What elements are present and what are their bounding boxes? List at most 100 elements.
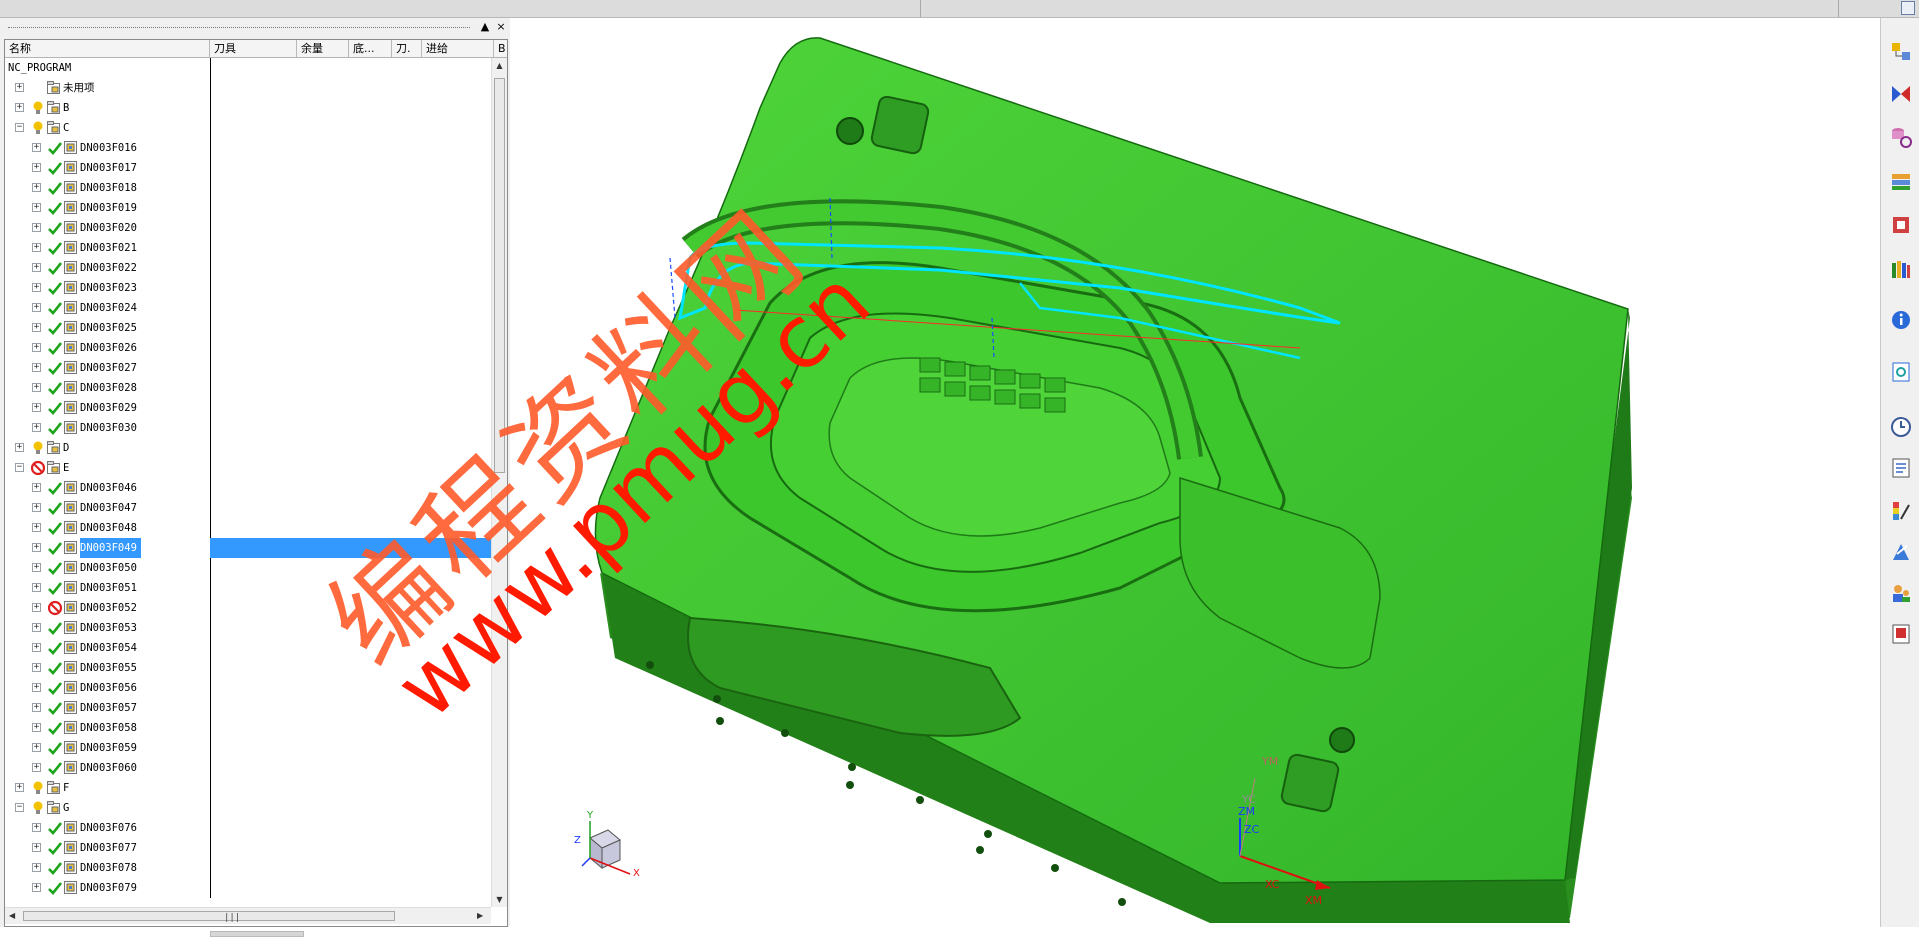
operation-row[interactable]: + DN003F027 [5, 358, 491, 378]
expand-icon[interactable]: + [15, 103, 24, 112]
expand-icon[interactable]: + [15, 443, 24, 452]
scroll-up-arrow-icon[interactable]: ▲ [495, 61, 504, 70]
expand-icon[interactable]: + [32, 223, 41, 232]
expand-icon[interactable]: + [32, 163, 41, 172]
window-corner-button[interactable] [1901, 1, 1915, 15]
operation-row[interactable]: + DN003F023 [5, 278, 491, 298]
expand-icon[interactable]: + [32, 543, 41, 552]
expand-icon[interactable]: + [32, 603, 41, 612]
collapse-icon[interactable]: − [15, 803, 24, 812]
expand-icon[interactable]: + [32, 203, 41, 212]
operation-row[interactable]: + DN003F057 [5, 698, 491, 718]
operation-row[interactable]: + DN003F055 [5, 658, 491, 678]
expand-icon[interactable]: + [32, 743, 41, 752]
vertical-scrollbar[interactable]: ▲ ▼ [491, 58, 507, 907]
operation-row[interactable]: + DN003F053 [5, 618, 491, 638]
operation-row[interactable]: + DN003F077 [5, 838, 491, 858]
expand-icon[interactable]: + [32, 423, 41, 432]
program-group-row[interactable]: − C [5, 118, 491, 138]
root-row[interactable]: NC_PROGRAM [5, 58, 491, 78]
expand-icon[interactable]: + [32, 483, 41, 492]
operation-row[interactable]: + DN003F022 [5, 258, 491, 278]
expand-icon[interactable]: + [32, 503, 41, 512]
expand-icon[interactable]: + [32, 583, 41, 592]
operation-row[interactable]: + DN003F051 [5, 578, 491, 598]
program-group-row[interactable]: + B [5, 98, 491, 118]
expand-icon[interactable]: + [32, 343, 41, 352]
vertical-scroll-thumb[interactable] [494, 78, 505, 473]
expand-icon[interactable]: + [32, 283, 41, 292]
expand-icon[interactable]: + [15, 783, 24, 792]
expand-icon[interactable]: + [32, 263, 41, 272]
expand-icon[interactable]: + [32, 703, 41, 712]
history-icon[interactable] [1889, 360, 1913, 384]
operation-row[interactable]: + DN003F030 [5, 418, 491, 438]
column-name[interactable]: 名称 [5, 40, 210, 57]
expand-icon[interactable]: + [32, 363, 41, 372]
expand-icon[interactable]: + [32, 763, 41, 772]
pin-button[interactable]: ▲ [478, 20, 492, 34]
scroll-left-arrow-icon[interactable]: ◀ [9, 911, 19, 920]
operation-row[interactable]: + DN003F018 [5, 178, 491, 198]
expand-icon[interactable]: + [32, 723, 41, 732]
panel-resize-handle[interactable] [210, 931, 304, 937]
horizontal-scrollbar[interactable]: ◀ ||| ▶ [5, 907, 491, 924]
operation-row[interactable]: + DN003F050 [5, 558, 491, 578]
operation-row[interactable]: + DN003F026 [5, 338, 491, 358]
column-b[interactable]: B [494, 40, 507, 57]
close-button[interactable]: × [494, 20, 508, 34]
expand-icon[interactable]: + [32, 883, 41, 892]
operation-row[interactable]: + DN003F024 [5, 298, 491, 318]
part-navigator-icon[interactable] [1889, 125, 1913, 149]
manufacturing-wizard-icon[interactable] [1889, 581, 1913, 605]
expand-icon[interactable]: + [32, 683, 41, 692]
operation-row[interactable]: + DN003F059 [5, 738, 491, 758]
process-navigator-icon[interactable] [1889, 456, 1913, 480]
navigator-grip[interactable] [8, 27, 470, 28]
expand-icon[interactable]: + [32, 843, 41, 852]
expand-icon[interactable]: + [32, 523, 41, 532]
operation-row[interactable]: + DN003F029 [5, 398, 491, 418]
program-group-row[interactable]: + D [5, 438, 491, 458]
scroll-down-arrow-icon[interactable]: ▼ [495, 895, 504, 904]
operation-row[interactable]: + DN003F048 [5, 518, 491, 538]
reuse-library-icon[interactable] [1889, 169, 1913, 193]
horizontal-scroll-thumb[interactable]: ||| [23, 911, 395, 923]
expand-icon[interactable]: + [15, 83, 24, 92]
web-browser-icon[interactable] [1889, 257, 1913, 281]
clock-icon[interactable] [1889, 415, 1913, 439]
operation-row[interactable]: + DN003F047 [5, 498, 491, 518]
operation-row[interactable]: + DN003F046 [5, 478, 491, 498]
operation-row[interactable]: + DN003F056 [5, 678, 491, 698]
collapse-icon[interactable]: − [15, 123, 24, 132]
operation-row[interactable]: + DN003F049 [5, 538, 491, 558]
program-group-row[interactable]: + 未用项 [5, 78, 491, 98]
operation-row[interactable]: + DN003F021 [5, 238, 491, 258]
operation-row[interactable]: + DN003F017 [5, 158, 491, 178]
expand-icon[interactable]: + [32, 143, 41, 152]
column-floor[interactable]: 底... [349, 40, 392, 57]
info-icon[interactable] [1889, 308, 1913, 332]
mold-part-model[interactable]: XC XM YM YC ZM ZC X Y Z [520, 18, 1880, 927]
operation-row[interactable]: + DN003F025 [5, 318, 491, 338]
expand-icon[interactable]: + [32, 383, 41, 392]
operation-row[interactable]: + DN003F054 [5, 638, 491, 658]
operation-row[interactable]: + DN003F078 [5, 858, 491, 878]
expand-icon[interactable]: + [32, 663, 41, 672]
expand-icon[interactable]: + [32, 823, 41, 832]
assembly-navigator-icon[interactable] [1889, 40, 1913, 64]
expand-icon[interactable]: + [32, 863, 41, 872]
expand-icon[interactable]: + [32, 323, 41, 332]
program-group-row[interactable]: − G [5, 798, 491, 818]
column-feed[interactable]: 进给 [422, 40, 494, 57]
operation-row[interactable]: + DN003F020 [5, 218, 491, 238]
expand-icon[interactable]: + [32, 303, 41, 312]
system-materials-icon[interactable] [1889, 622, 1913, 646]
operation-row[interactable]: + DN003F028 [5, 378, 491, 398]
expand-icon[interactable]: + [32, 623, 41, 632]
column-tool[interactable]: 刀具 [210, 40, 297, 57]
column-tool-no[interactable]: 刀. [392, 40, 422, 57]
operation-row[interactable]: + DN003F060 [5, 758, 491, 778]
operation-row[interactable]: + DN003F076 [5, 818, 491, 838]
operation-row[interactable]: + DN003F016 [5, 138, 491, 158]
